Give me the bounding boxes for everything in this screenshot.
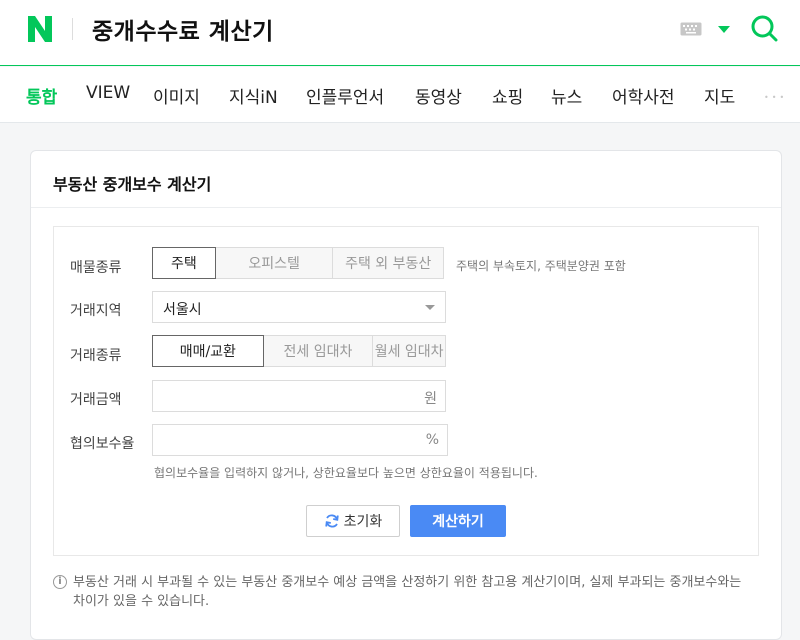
trade-type-segmented: 매매/교환 전세 임대차 월세 임대차 <box>152 335 446 367</box>
dropdown-arrow-icon <box>425 305 435 310</box>
calculator-form: 매물종류 주택 오피스텔 주택 외 부동산 주택의 부속토지, 주택분양권 포함… <box>53 226 759 556</box>
amount-unit: 원 <box>424 391 437 407</box>
header-divider <box>72 18 73 40</box>
search-icon[interactable] <box>750 14 778 42</box>
info-icon: i <box>53 575 67 589</box>
trade-type-jeonse[interactable]: 전세 임대차 <box>264 336 374 366</box>
rate-unit: % <box>425 432 439 448</box>
search-header: 중개수수료 계산기 <box>0 0 800 66</box>
reset-label: 초기화 <box>343 514 383 530</box>
calculator-card: 부동산 중개보수 계산기 매물종류 주택 오피스텔 주택 외 부동산 주택의 부… <box>30 150 782 640</box>
rate-note: 협의보수율을 입력하지 않거나, 상한요율보다 높으면 상한요율이 적용됩니다. <box>154 466 538 480</box>
calculate-button[interactable]: 계산하기 <box>410 505 506 537</box>
reset-button[interactable]: 초기화 <box>306 505 400 537</box>
amount-input[interactable]: 원 <box>152 380 446 412</box>
tab-news[interactable]: 뉴스 <box>551 83 582 108</box>
search-tabs: 통합 VIEW 이미지 지식iN 인플루언서 동영상 쇼핑 뉴스 어학사전 지도… <box>0 67 800 123</box>
amount-label: 거래금액 <box>70 392 122 408</box>
property-type-officetel[interactable]: 오피스텔 <box>216 248 334 278</box>
tab-integrated[interactable]: 통합 <box>26 83 57 108</box>
rate-label: 협의보수율 <box>70 436 135 452</box>
disclaimer: i 부동산 거래 시 부과될 수 있는 부동산 중개보수 예상 금액을 산정하기… <box>53 573 753 611</box>
rate-input[interactable]: % <box>152 424 448 456</box>
keyboard-icon[interactable] <box>680 22 702 36</box>
chevron-down-icon[interactable] <box>718 26 730 33</box>
more-tabs-icon[interactable]: ••• <box>764 93 787 102</box>
trade-type-monthly[interactable]: 월세 임대차 <box>373 336 445 366</box>
title-divider <box>31 207 781 208</box>
trade-type-sale[interactable]: 매매/교환 <box>152 335 264 367</box>
property-type-segmented: 주택 오피스텔 주택 외 부동산 <box>152 247 444 279</box>
search-query-text[interactable]: 중개수수료 계산기 <box>92 12 274 46</box>
region-label: 거래지역 <box>70 303 122 319</box>
property-type-note: 주택의 부속토지, 주택분양권 포함 <box>456 259 626 273</box>
tab-view[interactable]: VIEW <box>86 83 130 103</box>
tab-images[interactable]: 이미지 <box>153 83 200 108</box>
property-type-non-house[interactable]: 주택 외 부동산 <box>333 248 443 278</box>
tab-video[interactable]: 동영상 <box>415 83 462 108</box>
property-type-house[interactable]: 주택 <box>152 247 216 279</box>
property-type-label: 매물종류 <box>70 260 122 276</box>
trade-type-label: 거래종류 <box>70 348 122 364</box>
tab-knowledge-in[interactable]: 지식iN <box>229 83 278 108</box>
tab-map[interactable]: 지도 <box>704 83 735 108</box>
disclaimer-text: 부동산 거래 시 부과될 수 있는 부동산 중개보수 예상 금액을 산정하기 위… <box>73 575 742 609</box>
region-value: 서울시 <box>163 302 202 318</box>
refresh-icon <box>324 514 339 528</box>
tab-influencer[interactable]: 인플루언서 <box>306 83 384 108</box>
tab-shopping[interactable]: 쇼핑 <box>492 83 523 108</box>
calculator-title: 부동산 중개보수 계산기 <box>53 175 212 194</box>
tab-dictionary[interactable]: 어학사전 <box>612 83 675 108</box>
naver-logo[interactable] <box>26 14 54 44</box>
region-select[interactable]: 서울시 <box>152 291 446 323</box>
